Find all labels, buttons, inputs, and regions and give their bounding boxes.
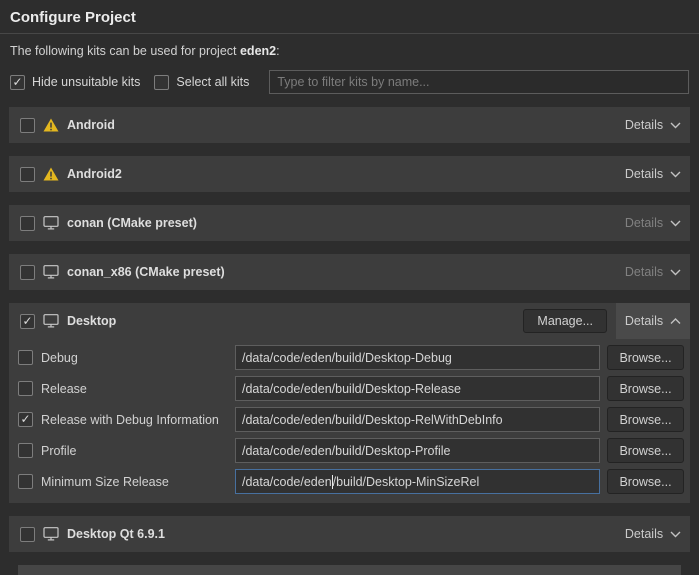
hide-unsuitable-checkbox[interactable] xyxy=(10,75,25,90)
browse-button[interactable]: Browse... xyxy=(607,438,684,463)
browse-button[interactable]: Browse... xyxy=(607,407,684,432)
kit-checkbox[interactable] xyxy=(20,167,35,182)
kit-name: conan_x86 (CMake preset) xyxy=(67,265,225,279)
build-dir-input-focused[interactable]: /data/code/eden/build/Desktop-MinSizeRel xyxy=(235,469,600,494)
chevron-down-icon xyxy=(670,171,681,178)
config-checkbox[interactable] xyxy=(18,381,33,396)
intro-suffix: : xyxy=(276,44,279,58)
page-title: Configure Project xyxy=(10,9,689,26)
kit-list: Android Details Android2 Details conan (… xyxy=(9,107,690,575)
kit-box-desktop: Desktop Manage... Details Debug Browse..… xyxy=(9,303,690,503)
details-toggle[interactable]: Details xyxy=(616,303,690,339)
config-label-area: Minimum Size Release xyxy=(18,474,235,489)
select-all-label: Select all kits xyxy=(176,75,249,89)
hide-unsuitable-kits-option[interactable]: Hide unsuitable kits xyxy=(10,75,140,90)
kit-name: conan (CMake preset) xyxy=(67,216,197,230)
warning-icon xyxy=(43,167,59,181)
config-label-area: Release with Debug Information xyxy=(18,412,235,427)
chevron-down-icon xyxy=(670,531,681,538)
details-toggle[interactable]: Details xyxy=(616,205,690,241)
select-all-kits-option[interactable]: Select all kits xyxy=(154,75,249,90)
build-dir-input[interactable] xyxy=(235,407,600,432)
kit-checkbox[interactable] xyxy=(20,118,35,133)
config-label-area: Debug xyxy=(18,350,235,365)
project-name: eden2 xyxy=(240,44,276,58)
desktop-icon xyxy=(43,314,59,328)
build-dir-input[interactable] xyxy=(235,376,600,401)
intro-prefix: The following kits can be used for proje… xyxy=(10,44,240,58)
warning-icon xyxy=(43,118,59,132)
page-header: Configure Project xyxy=(0,0,699,34)
build-dir-input[interactable] xyxy=(235,438,600,463)
config-checkbox[interactable] xyxy=(18,350,33,365)
config-label: Release xyxy=(41,382,87,396)
intro-text: The following kits can be used for proje… xyxy=(10,44,689,58)
chevron-down-icon xyxy=(670,220,681,227)
config-checkbox[interactable] xyxy=(18,474,33,489)
filter-bar: Hide unsuitable kits Select all kits xyxy=(10,70,689,94)
details-label: Details xyxy=(625,314,663,328)
build-config-row-minsizerel: Minimum Size Release /data/code/eden/bui… xyxy=(18,469,684,494)
desktop-icon xyxy=(43,527,59,541)
details-label: Details xyxy=(625,527,663,541)
manage-kits-button[interactable]: Manage... xyxy=(523,309,607,333)
kit-row-conan: conan (CMake preset) Details xyxy=(9,205,690,241)
build-config-row-debug: Debug Browse... xyxy=(18,345,684,370)
browse-button[interactable]: Browse... xyxy=(607,376,684,401)
config-checkbox[interactable] xyxy=(18,412,33,427)
config-label: Debug xyxy=(41,351,78,365)
hide-unsuitable-label: Hide unsuitable kits xyxy=(32,75,140,89)
kit-checkbox[interactable] xyxy=(20,527,35,542)
kit-row-desktop-qt: Desktop Qt 6.9.1 Details xyxy=(9,516,690,552)
kit-row-conan-x86: conan_x86 (CMake preset) Details xyxy=(9,254,690,290)
details-toggle[interactable]: Details xyxy=(616,254,690,290)
details-label: Details xyxy=(625,118,663,132)
kit-name: Android xyxy=(67,118,115,132)
details-label: Details xyxy=(625,265,663,279)
kit-filter-input[interactable] xyxy=(269,70,689,94)
kit-checkbox[interactable] xyxy=(20,314,35,329)
browse-button[interactable]: Browse... xyxy=(607,345,684,370)
path-before-caret: /data/code/eden xyxy=(242,475,332,489)
config-label: Minimum Size Release xyxy=(41,475,169,489)
configure-project-page: { "window": { "title": "Configure Projec… xyxy=(0,0,699,562)
chevron-up-icon xyxy=(670,318,681,325)
config-checkbox[interactable] xyxy=(18,443,33,458)
kit-row-android2: Android2 Details xyxy=(9,156,690,192)
build-config-row-release: Release Browse... xyxy=(18,376,684,401)
path-after-caret: /build/Desktop-MinSizeRel xyxy=(333,475,480,489)
select-all-checkbox[interactable] xyxy=(154,75,169,90)
browse-button[interactable]: Browse... xyxy=(607,469,684,494)
chevron-down-icon xyxy=(670,269,681,276)
details-label: Details xyxy=(625,167,663,181)
kit-name: Android2 xyxy=(67,167,122,181)
config-label-area: Release xyxy=(18,381,235,396)
config-label-area: Profile xyxy=(18,443,235,458)
desktop-icon xyxy=(43,265,59,279)
kit-row-android: Android Details xyxy=(9,107,690,143)
kit-name: Desktop xyxy=(67,314,116,328)
kit-checkbox[interactable] xyxy=(20,216,35,231)
desktop-icon xyxy=(43,216,59,230)
details-toggle[interactable]: Details xyxy=(616,516,690,552)
kit-checkbox[interactable] xyxy=(20,265,35,280)
kit-row-desktop: Desktop Manage... Details xyxy=(9,303,690,339)
build-config-row-relwithdebinfo: Release with Debug Information Browse... xyxy=(18,407,684,432)
build-config-row-profile: Profile Browse... xyxy=(18,438,684,463)
kit-row-partial xyxy=(18,565,681,575)
config-label: Profile xyxy=(41,444,76,458)
config-label: Release with Debug Information xyxy=(41,413,219,427)
chevron-down-icon xyxy=(670,122,681,129)
details-toggle[interactable]: Details xyxy=(616,107,690,143)
details-toggle[interactable]: Details xyxy=(616,156,690,192)
kit-name: Desktop Qt 6.9.1 xyxy=(67,527,165,541)
details-label: Details xyxy=(625,216,663,230)
build-dir-input[interactable] xyxy=(235,345,600,370)
